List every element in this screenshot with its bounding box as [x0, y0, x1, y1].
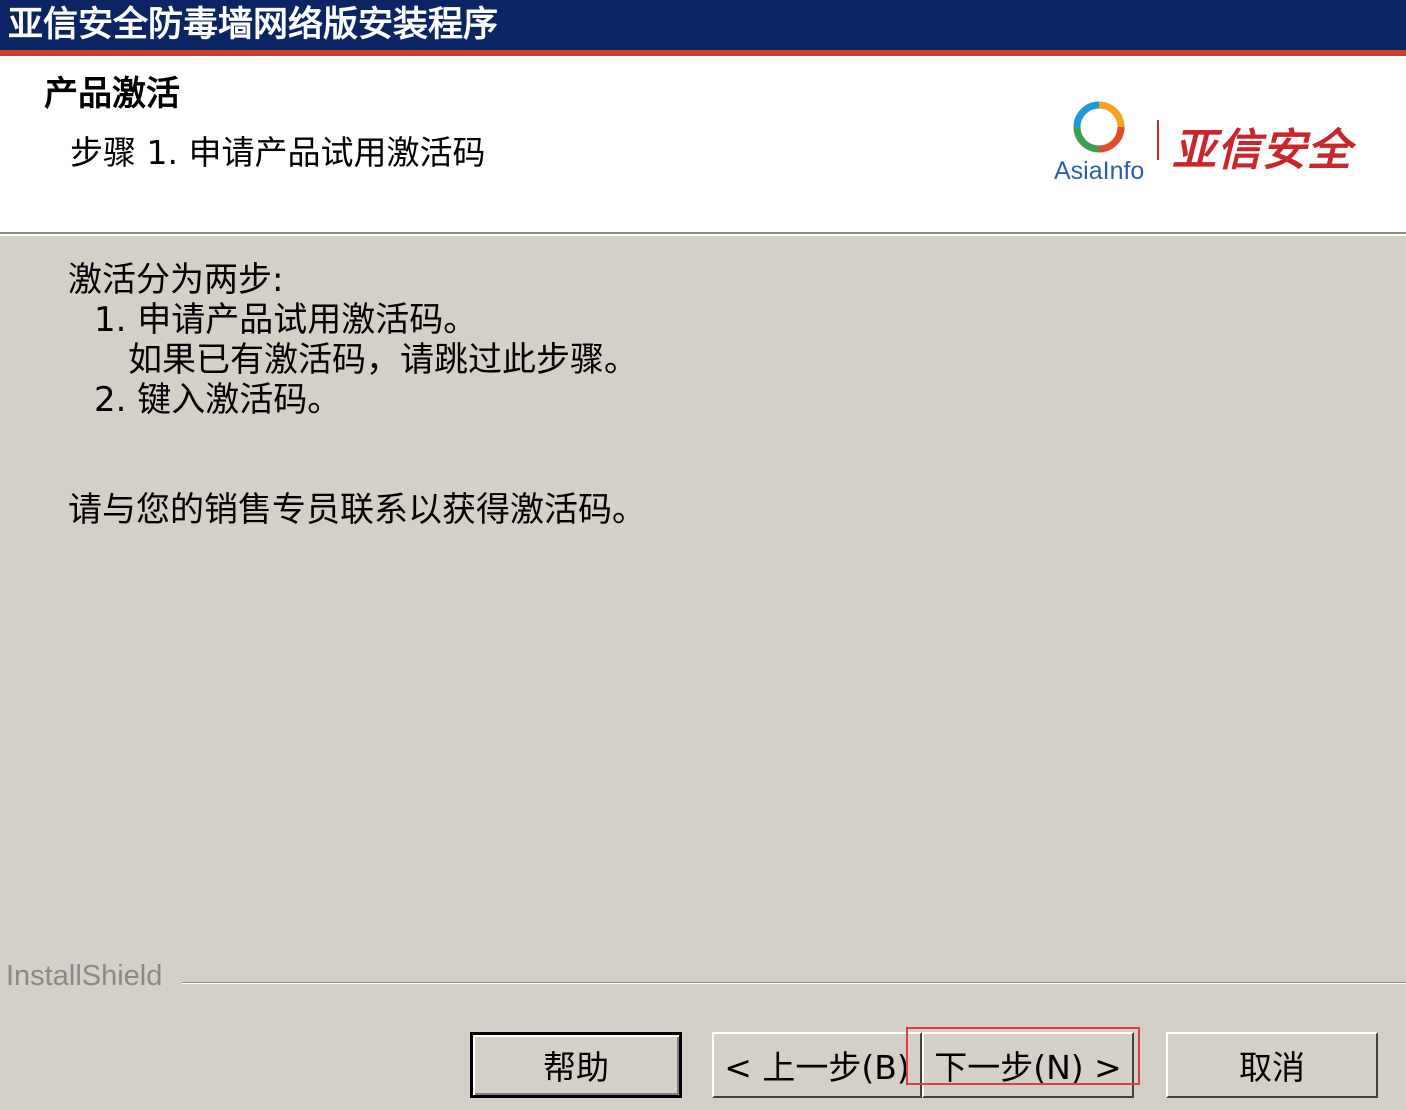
installer-window: 亚信安全防毒墙网络版安装程序 产品激活 步骤 1. 申请产品试用激活码 Asia…: [0, 0, 1406, 1110]
next-button[interactable]: 下一步(N) >: [922, 1032, 1134, 1098]
footer-divider: [182, 982, 1406, 984]
title-bar[interactable]: 亚信安全防毒墙网络版安装程序: [0, 0, 1406, 50]
page-title: 产品激活: [44, 74, 180, 114]
logo-text-en: AsiaInfo: [1054, 157, 1145, 185]
cancel-button[interactable]: 取消: [1166, 1032, 1378, 1098]
help-button[interactable]: 帮助: [470, 1032, 682, 1098]
asiainfo-logo-icon: [1073, 101, 1125, 153]
installshield-label: InstallShield: [6, 960, 163, 992]
contact-text: 请与您的销售专员联系以获得激活码。: [68, 490, 646, 530]
page-subtitle: 步骤 1. 申请产品试用激活码: [70, 133, 486, 172]
window-title: 亚信安全防毒墙网络版安装程序: [8, 5, 499, 45]
logo-text-cn: 亚信安全: [1172, 125, 1352, 176]
logo-separator: [1157, 120, 1159, 160]
wizard-body: 激活分为两步: 1. 申请产品试用激活码。 如果已有激活码，请跳过此步骤。 2.…: [0, 236, 1406, 966]
back-button[interactable]: < 上一步(B): [712, 1032, 922, 1098]
step-2-text: 2. 键入激活码。: [94, 380, 342, 420]
wizard-header: 产品激活 步骤 1. 申请产品试用激活码 AsiaInfo 亚信安全: [0, 56, 1406, 232]
